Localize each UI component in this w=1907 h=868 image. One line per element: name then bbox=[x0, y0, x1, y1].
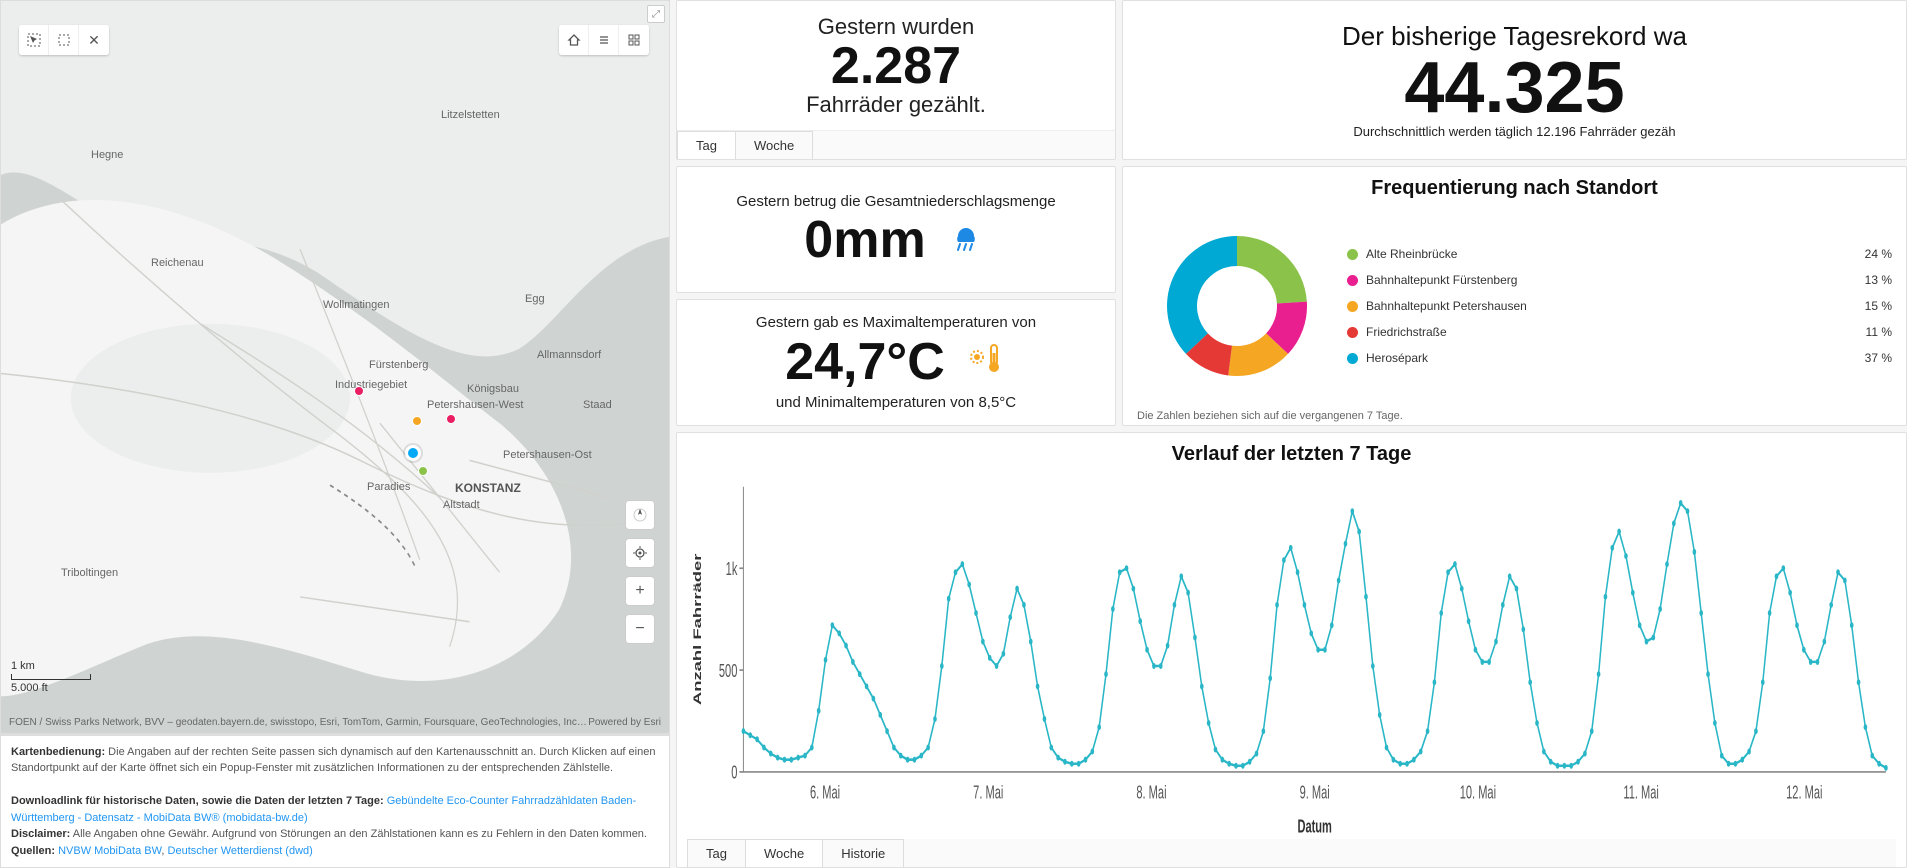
legend-pct: 24 % bbox=[1852, 247, 1892, 261]
info-panel: Kartenbedienung: Die Angaben auf der rec… bbox=[0, 735, 670, 868]
svg-text:1k: 1k bbox=[726, 559, 738, 580]
temp-min: und Minimaltemperaturen von 8,5°C bbox=[776, 394, 1016, 411]
donut-title: Frequentierung nach Standort bbox=[1137, 177, 1892, 200]
basemap-gallery-button[interactable] bbox=[619, 25, 649, 55]
legend-swatch bbox=[1347, 301, 1358, 312]
compass-button[interactable] bbox=[625, 500, 655, 530]
home-button[interactable] bbox=[559, 25, 589, 55]
scale-bar: 1 km 5.000 ft bbox=[11, 660, 91, 694]
trend-tab-historie[interactable]: Historie bbox=[822, 839, 904, 867]
legend-pct: 15 % bbox=[1852, 299, 1892, 313]
daily-count-card: Gestern wurden 2.287 Fahrräder gezählt. … bbox=[676, 0, 1116, 160]
map-station-marker[interactable] bbox=[412, 416, 422, 426]
record-value: 44.325 bbox=[1404, 52, 1624, 124]
source-link-mobidata[interactable]: NVBW MobiData BW bbox=[58, 845, 161, 857]
rain-value: 0mm bbox=[804, 214, 925, 266]
sun-thermometer-icon bbox=[963, 335, 1007, 388]
count-line3: Fahrräder gezählt. bbox=[806, 92, 986, 118]
temp-label: Gestern gab es Maximaltemperaturen von bbox=[756, 314, 1036, 331]
legend-item[interactable]: Bahnhaltepunkt Petershausen 15 % bbox=[1347, 299, 1892, 313]
legend-item[interactable]: Friedrichstraße 11 % bbox=[1347, 325, 1892, 339]
zoom-in-button[interactable]: + bbox=[625, 576, 655, 606]
temp-value: 24,7°C bbox=[785, 336, 945, 388]
legend-pct: 11 % bbox=[1852, 325, 1892, 339]
svg-text:Anzahl Fahrräder: Anzahl Fahrräder bbox=[692, 553, 704, 705]
donut-legend: Alte Rheinbrücke 24 % Bahnhaltepunkt Fürst… bbox=[1337, 247, 1892, 365]
map-container[interactable]: HegneLitzelstettenReichenauWollmatingenE… bbox=[0, 0, 670, 735]
layer-list-button[interactable] bbox=[589, 25, 619, 55]
trend-tab-tag[interactable]: Tag bbox=[687, 839, 746, 867]
svg-text:0: 0 bbox=[731, 763, 737, 784]
donut-note: Die Zahlen beziehen sich auf die vergang… bbox=[1137, 410, 1892, 422]
legend-item[interactable]: Herosépark 37 % bbox=[1347, 351, 1892, 365]
count-tabs: Tag Woche bbox=[677, 130, 1115, 159]
expand-map-button[interactable]: ⤢ bbox=[647, 5, 665, 23]
svg-text:500: 500 bbox=[719, 661, 737, 682]
trend-title: Verlauf der letzten 7 Tage bbox=[687, 443, 1896, 466]
count-line1: Gestern wurden bbox=[818, 14, 975, 40]
locate-button[interactable] bbox=[625, 538, 655, 568]
svg-text:10. Mai: 10. Mai bbox=[1460, 783, 1496, 804]
map-station-marker[interactable] bbox=[354, 386, 364, 396]
svg-text:Datum: Datum bbox=[1297, 817, 1331, 838]
zoom-out-button[interactable]: − bbox=[625, 614, 655, 644]
svg-text:9. Mai: 9. Mai bbox=[1300, 783, 1330, 804]
legend-swatch bbox=[1347, 275, 1358, 286]
svg-text:11. Mai: 11. Mai bbox=[1623, 783, 1658, 804]
donut-card: Frequentierung nach Standort Alte Rheinb… bbox=[1122, 166, 1907, 426]
map-draw-toolbar: ✕ bbox=[19, 25, 109, 55]
rain-card: Gestern betrug die Gesamtniederschlagsme… bbox=[676, 166, 1116, 293]
rain-icon bbox=[944, 214, 988, 267]
rectangle-tool-button[interactable] bbox=[49, 25, 79, 55]
basemap bbox=[1, 1, 669, 734]
legend-swatch bbox=[1347, 327, 1358, 338]
donut-chart bbox=[1137, 206, 1337, 406]
count-value: 2.287 bbox=[831, 40, 961, 92]
svg-text:8. Mai: 8. Mai bbox=[1136, 783, 1166, 804]
record-line3: Durchschnittlich werden täglich 12.196 F… bbox=[1353, 124, 1675, 139]
map-view-toolbar bbox=[559, 25, 649, 55]
clear-selection-button[interactable]: ✕ bbox=[79, 25, 109, 55]
legend-name: Alte Rheinbrücke bbox=[1366, 247, 1844, 261]
legend-name: Friedrichstraße bbox=[1366, 325, 1844, 339]
legend-item[interactable]: Bahnhaltepunkt Fürstenberg 13 % bbox=[1347, 273, 1892, 287]
trend-tabs: Tag Woche Historie bbox=[687, 839, 1896, 867]
tab-woche[interactable]: Woche bbox=[735, 131, 813, 159]
record-card: Der bisherige Tagesrekord wa 44.325 Durc… bbox=[1122, 0, 1907, 160]
legend-pct: 37 % bbox=[1852, 351, 1892, 365]
tab-tag[interactable]: Tag bbox=[677, 131, 736, 159]
map-station-marker[interactable] bbox=[405, 445, 421, 461]
svg-text:7. Mai: 7. Mai bbox=[973, 783, 1003, 804]
svg-text:12. Mai: 12. Mai bbox=[1786, 783, 1822, 804]
legend-name: Herosépark bbox=[1366, 351, 1844, 365]
trend-tab-woche[interactable]: Woche bbox=[745, 839, 823, 867]
legend-item[interactable]: Alte Rheinbrücke 24 % bbox=[1347, 247, 1892, 261]
legend-swatch bbox=[1347, 353, 1358, 364]
legend-pct: 13 % bbox=[1852, 273, 1892, 287]
legend-name: Bahnhaltepunkt Fürstenberg bbox=[1366, 273, 1844, 287]
trend-chart: 0 500 1k 6. Mai 7. Mai 8. Mai 9. Mai 10. Mai 11.… bbox=[687, 470, 1896, 839]
map-attribution: FOEN / Swiss Parks Network, BVV – geodat… bbox=[9, 717, 661, 728]
rain-label: Gestern betrug die Gesamtniederschlagsme… bbox=[736, 193, 1055, 210]
select-tool-button[interactable] bbox=[19, 25, 49, 55]
map-station-marker[interactable] bbox=[418, 466, 428, 476]
temp-card: Gestern gab es Maximaltemperaturen von 2… bbox=[676, 299, 1116, 426]
legend-name: Bahnhaltepunkt Petershausen bbox=[1366, 299, 1844, 313]
legend-swatch bbox=[1347, 249, 1358, 260]
trend-chart-card: Verlauf der letzten 7 Tage 0 500 1k 6. Mai 7… bbox=[676, 432, 1907, 868]
svg-text:6. Mai: 6. Mai bbox=[810, 783, 840, 804]
source-link-dwd[interactable]: Deutscher Wetterdienst (dwd) bbox=[168, 845, 313, 857]
map-station-marker[interactable] bbox=[446, 414, 456, 424]
